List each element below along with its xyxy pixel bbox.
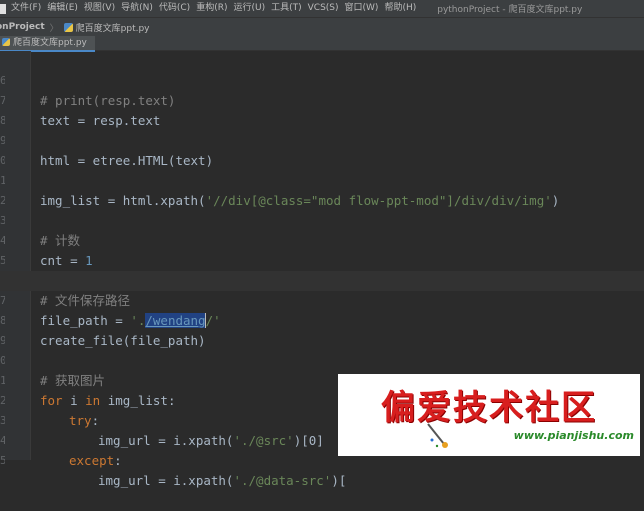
string-literal: './@data-src' <box>233 473 332 488</box>
code-line[interactable]: 9 <box>0 311 644 347</box>
breadcrumb-file[interactable]: 爬百度文库ppt.py <box>76 21 150 34</box>
window-title: pythonProject - 爬百度文库ppt.py <box>437 5 583 15</box>
breadcrumb-project[interactable]: onProject <box>0 22 45 32</box>
keyword: except <box>69 453 115 468</box>
code-line[interactable]: 9 html = etree.HTML(text) <box>0 111 644 168</box>
code-line[interactable]: 0 <box>0 131 644 167</box>
menu-run[interactable]: 运行(U) <box>230 0 268 17</box>
code-line[interactable]: 4 cnt = 1 <box>0 211 644 268</box>
menu-window[interactable]: 窗口(W) <box>342 0 382 17</box>
line-number: 5 <box>0 454 5 467</box>
breadcrumb-separator-icon: 〉 <box>49 23 59 34</box>
pycharm-app-icon <box>0 3 6 14</box>
code-line[interactable]: 8 <box>0 91 644 127</box>
code-line[interactable]: 0 # 获取图片 <box>0 331 644 388</box>
watermark-title: 偏爱技术社区 <box>381 388 597 428</box>
code-line[interactable]: 1 for i in img_list: <box>0 351 644 408</box>
menu-code[interactable]: 代码(C) <box>156 0 193 17</box>
watermark-url: www.pianjishu.com <box>513 429 634 442</box>
menu-vcs[interactable]: VCS(S) <box>305 0 342 17</box>
brush-icon <box>427 423 448 448</box>
breadcrumb: onProject 〉 爬百度文库ppt.py <box>0 17 644 36</box>
editor-tab-label: 爬百度文库ppt.py <box>13 38 87 48</box>
code-text: : <box>114 453 122 468</box>
code-line[interactable]: 1 img_list = html.xpath('//div[@class="m… <box>0 151 644 208</box>
code-line[interactable]: 5 <box>0 231 644 267</box>
menu-view[interactable]: 视图(V) <box>81 0 118 17</box>
menu-help[interactable]: 帮助(H) <box>381 0 419 17</box>
code-line-current[interactable]: 7 file_path = './wendang/' <box>0 271 644 328</box>
menu-refactor[interactable]: 重构(R) <box>193 0 230 17</box>
code-line[interactable]: 6 # 文件保存路径 <box>0 251 644 308</box>
editor-tab-bar: 爬百度文库ppt.py <box>0 36 644 52</box>
menu-navigate[interactable]: 导航(N) <box>118 0 156 17</box>
code-line[interactable]: 6 # print(resp.text) <box>0 51 644 108</box>
python-file-icon <box>63 22 73 32</box>
python-file-icon <box>2 38 10 46</box>
code-text: img_url = i.xpath( <box>98 473 234 488</box>
watermark-logo: 偏爱技术社区 www.pianjishu.com <box>338 374 640 456</box>
menu-edit[interactable]: 编辑(E) <box>44 0 81 17</box>
code-line[interactable]: 7 text = resp.text <box>0 71 644 128</box>
code-text: )[ <box>331 473 347 488</box>
code-line[interactable]: 3 # 计数 <box>0 191 644 248</box>
code-line[interactable]: 8 create_file(file_path) <box>0 291 644 348</box>
editor-tab-active[interactable]: 爬百度文库ppt.py <box>0 36 95 52</box>
menu-tools[interactable]: 工具(T) <box>268 0 305 17</box>
code-line[interactable]: 2 <box>0 171 644 207</box>
menu-bar: 文件(F) 编辑(E) 视图(V) 导航(N) 代码(C) 重构(R) 运行(U… <box>0 0 644 17</box>
menu-file[interactable]: 文件(F) <box>8 0 44 17</box>
